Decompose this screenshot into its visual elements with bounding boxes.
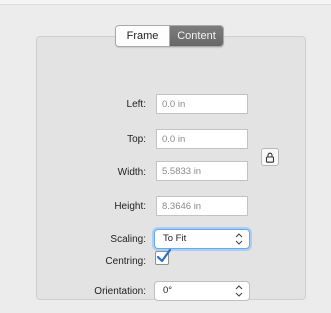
left-label: Left: bbox=[126, 99, 146, 110]
height-label: Height: bbox=[114, 201, 146, 212]
up-down-arrows-icon bbox=[235, 233, 243, 245]
up-down-arrows-icon bbox=[235, 285, 243, 297]
width-label: Width: bbox=[117, 167, 146, 178]
scaling-select[interactable]: To Fit bbox=[154, 229, 250, 249]
orientation-select[interactable]: 0° bbox=[154, 281, 250, 301]
scaling-value: To Fit bbox=[163, 233, 187, 244]
window-top-edge bbox=[0, 0, 331, 5]
lock-icon bbox=[265, 152, 275, 163]
tab-frame[interactable]: Frame bbox=[116, 26, 170, 46]
aspect-lock-button[interactable] bbox=[261, 148, 279, 166]
height-input[interactable]: 8.3646 in bbox=[156, 196, 248, 216]
centring-checkbox[interactable] bbox=[155, 249, 172, 265]
tab-content[interactable]: Content bbox=[170, 26, 223, 46]
width-input[interactable]: 5.5833 in bbox=[156, 161, 248, 181]
scaling-label: Scaling: bbox=[110, 234, 146, 245]
left-input[interactable]: 0.0 in bbox=[156, 94, 248, 114]
orientation-value: 0° bbox=[163, 285, 173, 296]
centring-label: Centring: bbox=[105, 256, 146, 267]
orientation-label: Orientation: bbox=[94, 286, 146, 297]
top-label: Top: bbox=[127, 134, 146, 145]
checkmark-icon bbox=[156, 249, 172, 263]
top-input[interactable]: 0.0 in bbox=[156, 129, 248, 149]
frame-content-segmented-control: Frame Content bbox=[115, 25, 224, 47]
